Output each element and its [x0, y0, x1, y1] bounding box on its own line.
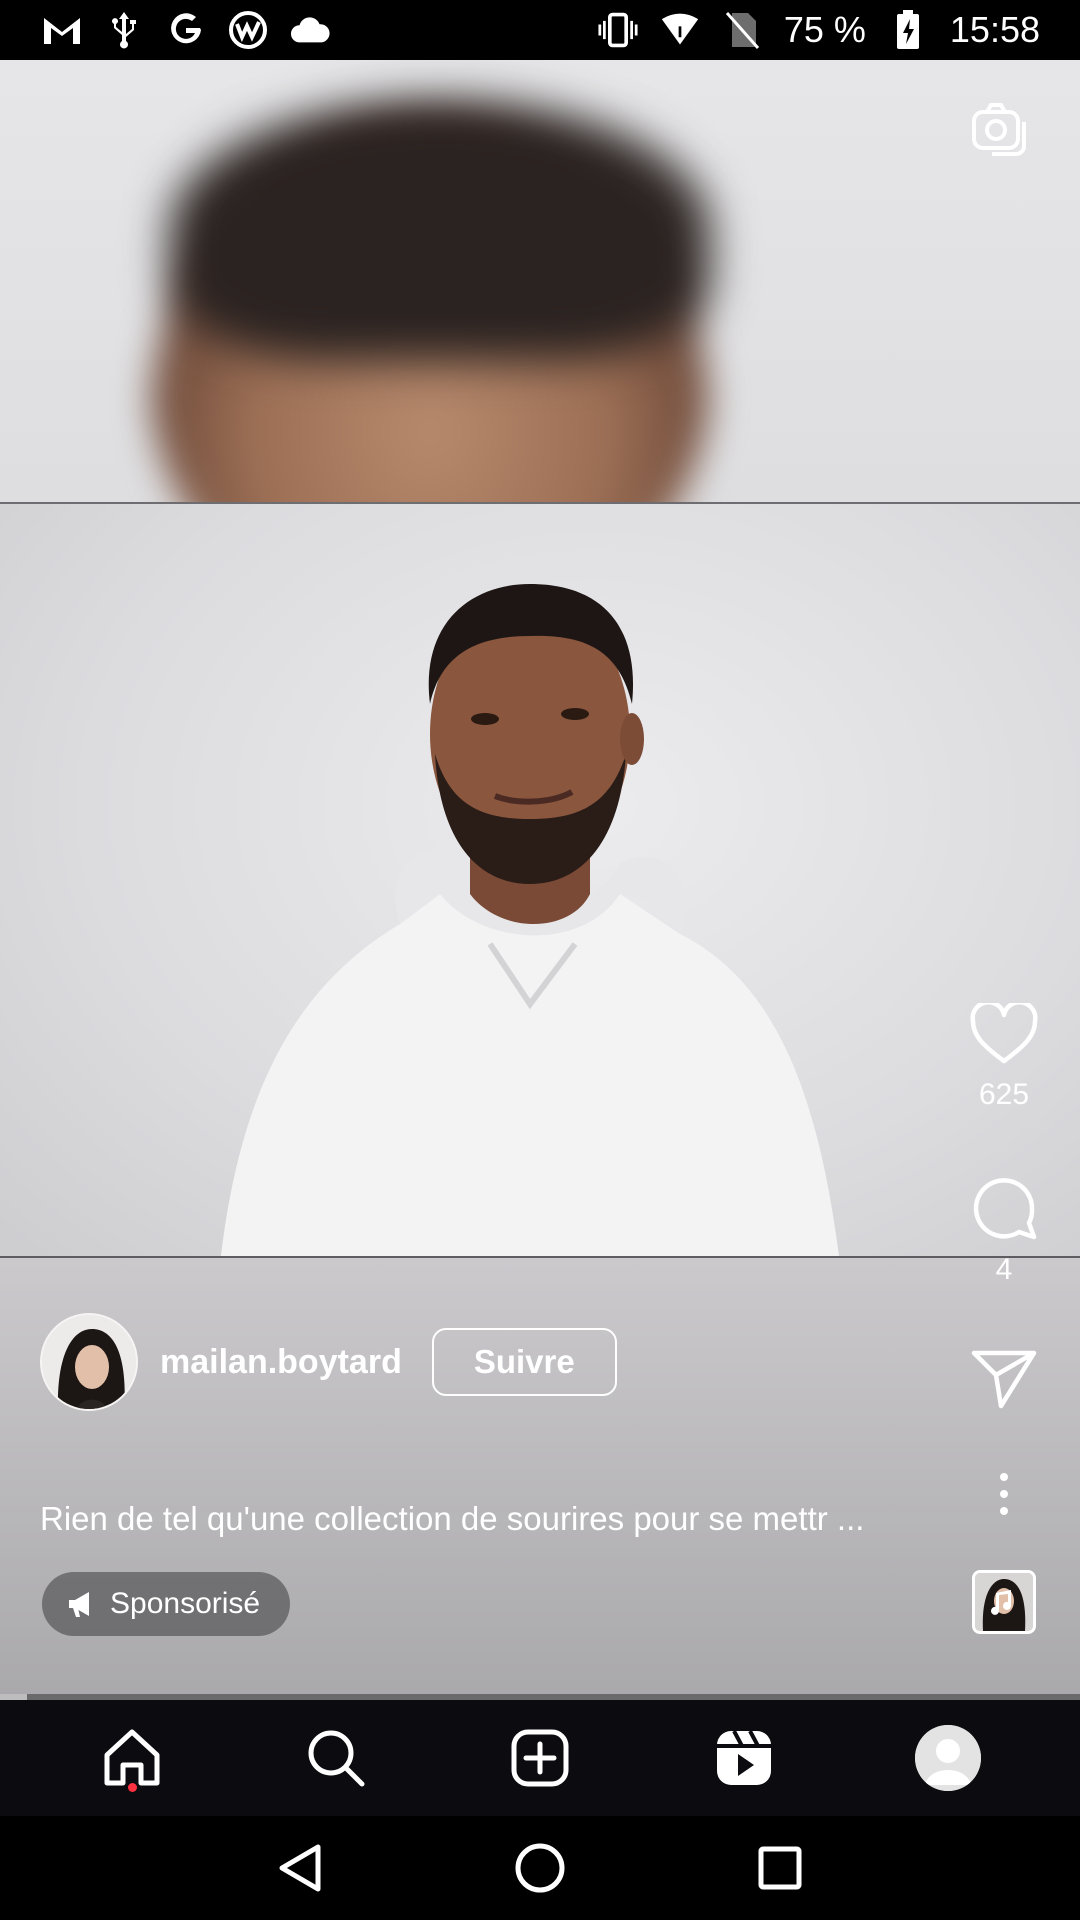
- profile-avatar: [915, 1725, 981, 1791]
- recents-button[interactable]: [750, 1838, 810, 1898]
- clock: 15:58: [949, 9, 1040, 50]
- usb-icon: [104, 10, 144, 50]
- search-icon: [308, 1730, 365, 1787]
- nav-create[interactable]: [500, 1718, 580, 1798]
- nav-reels[interactable]: [704, 1718, 784, 1798]
- create-icon: [511, 1729, 569, 1787]
- notification-dot: [128, 1783, 137, 1792]
- vibrate-icon: [598, 10, 638, 50]
- author-avatar[interactable]: [40, 1313, 138, 1411]
- author-username[interactable]: mailan.boytard: [160, 1343, 402, 1382]
- google-icon: [166, 10, 206, 50]
- camera-icon[interactable]: [970, 100, 1030, 160]
- caption[interactable]: Rien de tel qu'une collection de sourire…: [40, 1500, 940, 1538]
- more-options-button[interactable]: [968, 1458, 1040, 1530]
- cloud-icon: [290, 10, 330, 50]
- nav-profile[interactable]: [908, 1718, 988, 1798]
- comment-icon: [973, 1178, 1037, 1240]
- back-triangle-icon: [279, 1844, 321, 1892]
- nav-search[interactable]: [296, 1718, 376, 1798]
- more-action: [964, 1458, 1044, 1530]
- author-row: mailan.boytard Suivre: [40, 1313, 617, 1411]
- wifi-icon: [660, 10, 700, 50]
- send-icon: [971, 1350, 1037, 1409]
- more-dots-icon: [1000, 1473, 1008, 1515]
- follow-button[interactable]: Suivre: [431, 1328, 617, 1396]
- comment-action: 4: [964, 1173, 1044, 1287]
- home-icon: [104, 1729, 160, 1786]
- app-icon: [228, 10, 268, 50]
- blurred-background-top: [0, 60, 1080, 504]
- reel-video[interactable]: 625 4 mailan.boytard Suivre Rien de tel …: [0, 60, 1080, 1700]
- status-left-icons: [42, 10, 330, 50]
- like-count: 625: [978, 1078, 1030, 1111]
- megaphone-icon: [69, 1592, 89, 1617]
- battery-percent: 75 %: [783, 9, 866, 50]
- bottom-navigation: [0, 1700, 1080, 1816]
- back-button[interactable]: [270, 1838, 330, 1898]
- nav-home[interactable]: [92, 1718, 172, 1798]
- like-button[interactable]: [968, 998, 1040, 1070]
- blurred-hair: [170, 100, 710, 360]
- video-frame[interactable]: [0, 504, 1080, 1256]
- audio-track-button[interactable]: [972, 1570, 1036, 1634]
- gmail-icon: [42, 10, 82, 50]
- home-circle-icon: [515, 1843, 565, 1893]
- status-right-icons: 75 % 15:58: [598, 9, 1040, 51]
- system-navigation: [0, 1816, 1080, 1920]
- no-sim-icon: [722, 10, 762, 50]
- battery-charging-icon: [888, 10, 928, 50]
- reels-icon: [717, 1730, 771, 1785]
- sponsored-badge[interactable]: Sponsorisé: [42, 1572, 291, 1636]
- recents-square-icon: [758, 1846, 802, 1890]
- heart-icon: [970, 1003, 1038, 1064]
- sponsored-label: Sponsorisé: [110, 1587, 261, 1620]
- home-system-button[interactable]: [510, 1838, 570, 1898]
- share-button[interactable]: [968, 1343, 1040, 1415]
- share-action: [964, 1343, 1044, 1415]
- like-action: 625: [964, 998, 1044, 1112]
- person-image: [220, 584, 839, 1256]
- comment-button[interactable]: [968, 1173, 1040, 1245]
- status-bar: 75 % 15:58: [0, 0, 1080, 60]
- frame-divider-bottom: [0, 1256, 1080, 1258]
- comment-count: 4: [995, 1253, 1013, 1286]
